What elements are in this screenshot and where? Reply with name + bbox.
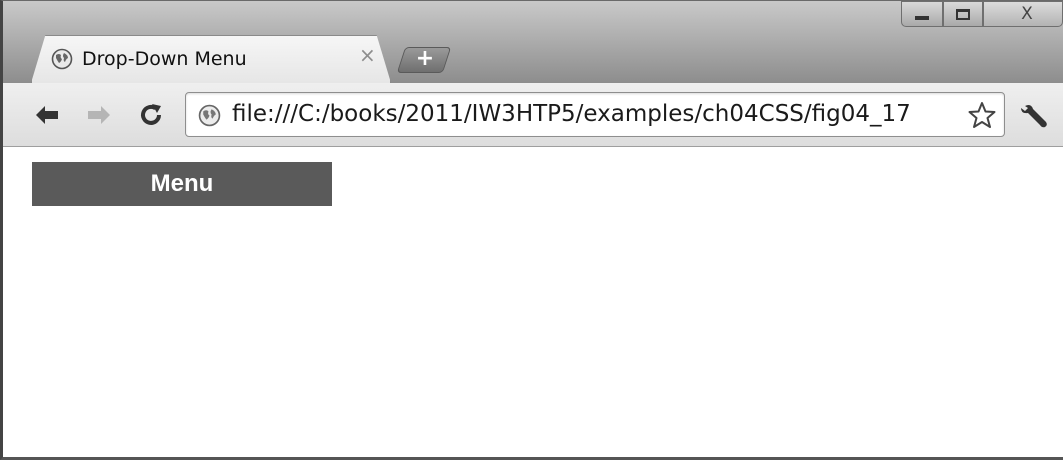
minimize-icon [915,16,929,20]
page-content: Menu [3,148,1063,457]
tab-close-button[interactable]: × [359,45,376,65]
star-icon[interactable] [968,101,996,129]
forward-button[interactable] [81,93,117,137]
window-controls: X [901,1,1063,27]
tab-title: Drop-Down Menu [82,48,247,70]
reload-button[interactable] [133,93,169,137]
globe-icon [51,48,73,70]
browser-window: Drop-Down Menu × + X file:///C:/books/20… [0,0,1063,460]
close-icon: X [1021,3,1033,24]
back-arrow-icon [36,106,58,124]
minimize-button[interactable] [901,1,943,27]
back-button[interactable] [29,93,65,137]
address-text[interactable]: file:///C:/books/2011/IW3HTP5/examples/c… [232,93,967,136]
address-bar[interactable]: file:///C:/books/2011/IW3HTP5/examples/c… [185,92,1005,137]
maximize-icon [956,8,970,20]
tab-content: Drop-Down Menu [51,39,247,79]
maximize-button[interactable] [943,1,983,27]
browser-toolbar: file:///C:/books/2011/IW3HTP5/examples/c… [3,83,1063,147]
close-window-button[interactable]: X [983,1,1063,27]
globe-icon [198,104,221,127]
title-bar: Drop-Down Menu × + X [3,1,1063,83]
plus-icon: + [415,46,435,71]
reload-icon [141,104,161,125]
drop-down-menu[interactable]: Menu [32,162,332,206]
forward-arrow-icon [88,106,110,124]
wrench-icon[interactable] [1019,103,1049,129]
